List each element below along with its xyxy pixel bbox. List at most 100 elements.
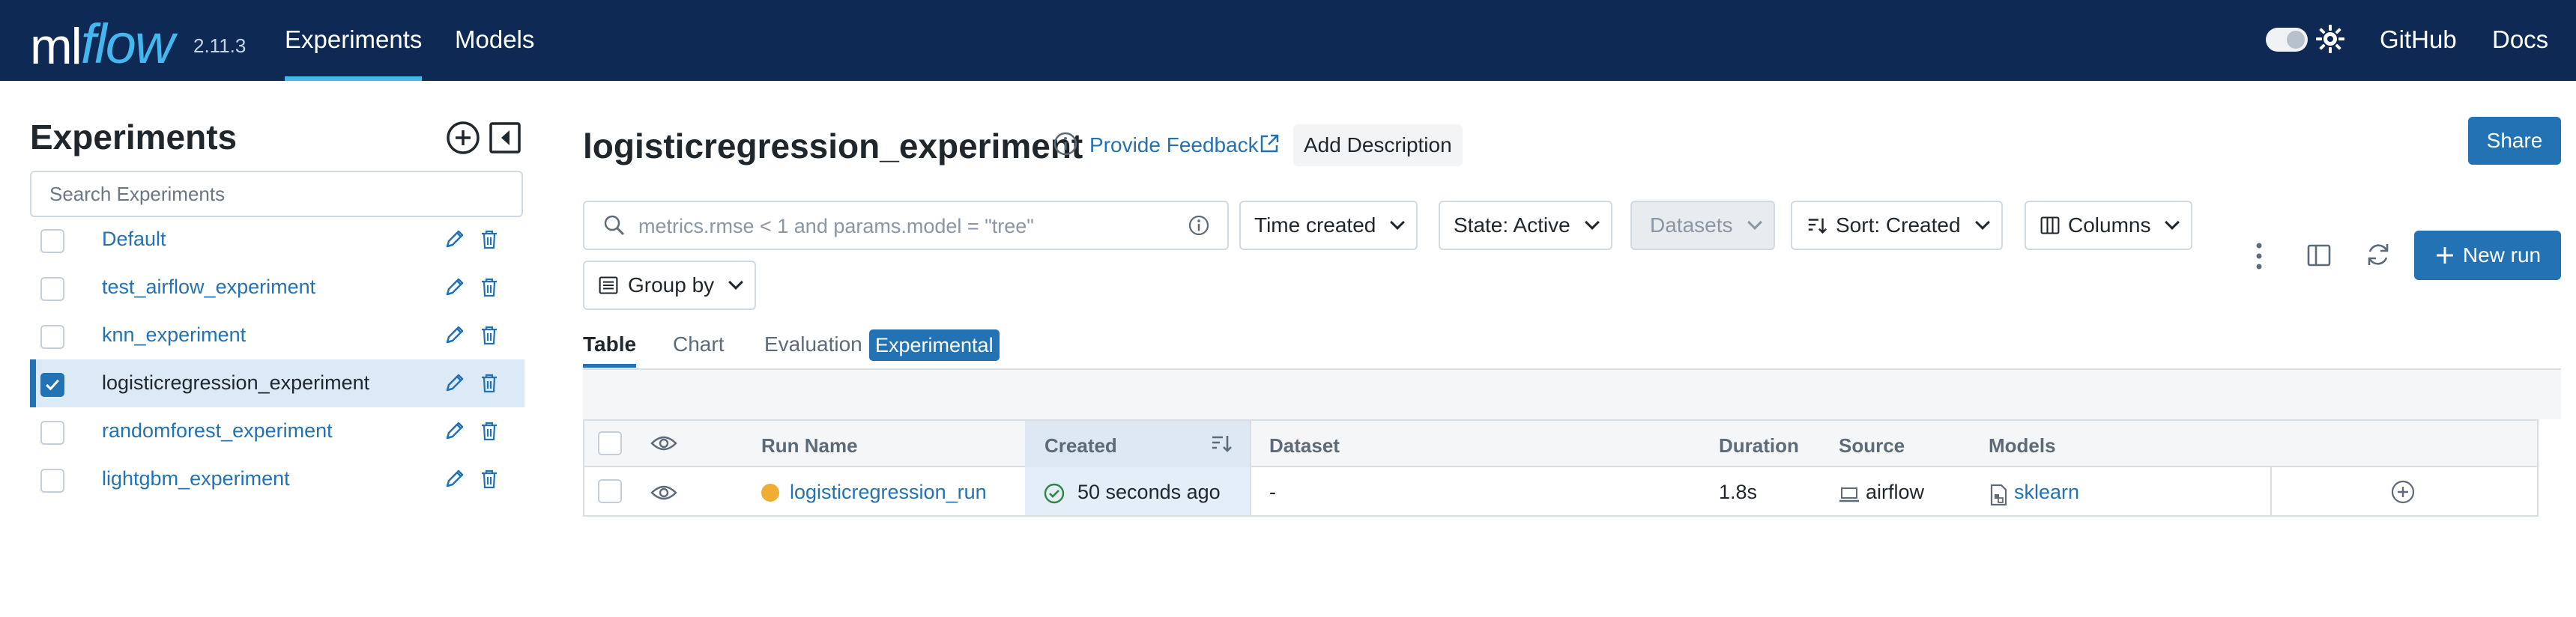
logo-ml-text: ml xyxy=(30,18,82,75)
header-created[interactable]: Created xyxy=(1044,434,1117,458)
table-header xyxy=(584,421,2537,467)
experiment-checkbox[interactable] xyxy=(40,325,64,349)
column-separator xyxy=(2270,467,2272,515)
run-duration: 1.8s xyxy=(1719,481,1758,503)
header-models[interactable]: Models xyxy=(1989,434,2056,458)
search-icon xyxy=(604,215,624,235)
columns-icon xyxy=(2040,216,2060,234)
run-status-dot xyxy=(761,484,779,502)
edit-icon[interactable] xyxy=(444,371,466,394)
experiment-name[interactable]: randomforest_experiment xyxy=(102,419,333,443)
sort-dropdown[interactable]: Sort: Created xyxy=(1791,201,2003,250)
info-icon[interactable] xyxy=(1052,130,1079,157)
eye-icon[interactable] xyxy=(650,484,677,502)
top-nav-bar: ml flow 2.11.3 Experiments Models GitHub … xyxy=(0,0,2576,81)
tab-chart[interactable]: Chart xyxy=(673,332,724,356)
search-info-icon[interactable] xyxy=(1187,213,1211,237)
create-experiment-icon[interactable] xyxy=(445,120,481,156)
state-label: State: Active xyxy=(1454,213,1570,237)
dark-mode-toggle[interactable] xyxy=(2266,28,2308,52)
row-checkbox[interactable] xyxy=(598,479,622,503)
sort-desc-icon[interactable] xyxy=(1209,431,1233,455)
edit-icon[interactable] xyxy=(444,467,466,490)
eye-icon[interactable] xyxy=(650,434,677,452)
experiment-checkbox[interactable] xyxy=(40,469,64,493)
sort-icon xyxy=(1808,218,1827,234)
delete-icon[interactable] xyxy=(480,469,499,490)
collapse-sidebar-icon[interactable] xyxy=(487,120,523,156)
experiment-checkbox-checked[interactable] xyxy=(40,373,64,397)
chevron-down-icon xyxy=(1974,215,1990,230)
run-name-link[interactable]: logisticregression_run xyxy=(790,481,987,504)
nav-tab-models[interactable]: Models xyxy=(455,25,534,54)
model-icon xyxy=(1990,484,2007,506)
search-experiments-input[interactable] xyxy=(30,171,523,217)
nav-tab-experiments[interactable]: Experiments xyxy=(285,25,423,81)
new-run-button[interactable]: New run xyxy=(2414,231,2561,280)
state-dropdown[interactable]: State: Active xyxy=(1439,201,1612,250)
laptop-icon xyxy=(1839,487,1859,502)
add-column-icon[interactable] xyxy=(2390,479,2416,505)
experiment-name[interactable]: Default xyxy=(102,228,166,251)
edit-icon[interactable] xyxy=(444,228,466,250)
datasets-dropdown[interactable]: Datasets xyxy=(1630,201,1775,250)
external-link-icon[interactable] xyxy=(1257,132,1281,156)
version-label: 2.11.3 xyxy=(193,34,247,57)
delete-icon[interactable] xyxy=(480,421,499,442)
experiment-name[interactable]: test_airflow_experiment xyxy=(102,276,315,299)
chevron-down-icon xyxy=(728,275,744,290)
group-by-label: Group by xyxy=(628,273,715,297)
runs-table: Run Name Created Dataset Duration Source… xyxy=(583,419,2539,517)
experiment-item-knn[interactable]: knn_experiment xyxy=(30,311,524,359)
edit-icon[interactable] xyxy=(444,419,466,442)
edit-icon[interactable] xyxy=(444,276,466,298)
share-button[interactable]: Share xyxy=(2468,117,2561,165)
docs-link[interactable]: Docs xyxy=(2492,25,2548,54)
refresh-icon[interactable] xyxy=(2365,241,2392,268)
run-search-input[interactable] xyxy=(637,211,1161,241)
provide-feedback-link[interactable]: Provide Feedback xyxy=(1089,133,1259,157)
edit-icon[interactable] xyxy=(444,323,466,346)
mlflow-logo[interactable]: ml flow xyxy=(30,4,175,75)
logo-flow-text: flow xyxy=(80,13,175,75)
success-check-icon xyxy=(1044,483,1065,504)
chevron-down-icon xyxy=(1390,215,1406,230)
model-link[interactable]: sklearn xyxy=(2014,481,2079,504)
sun-icon[interactable] xyxy=(2315,24,2345,54)
new-run-label: New run xyxy=(2462,243,2542,267)
delete-icon[interactable] xyxy=(480,277,499,298)
run-search-box[interactable] xyxy=(583,201,1229,250)
experiment-checkbox[interactable] xyxy=(40,277,64,301)
header-source[interactable]: Source xyxy=(1839,434,1905,458)
tab-table[interactable]: Table xyxy=(583,332,637,368)
kebab-menu-icon[interactable] xyxy=(2248,240,2270,273)
experiment-checkbox[interactable] xyxy=(40,421,64,445)
experiment-name[interactable]: knn_experiment xyxy=(102,323,246,347)
sidebar-title: Experiments xyxy=(30,118,238,156)
group-by-dropdown[interactable]: Group by xyxy=(583,261,757,310)
experiment-checkbox[interactable] xyxy=(40,229,64,253)
header-run-name[interactable]: Run Name xyxy=(761,434,858,458)
experimental-badge: Experimental xyxy=(869,329,1000,361)
experiment-name[interactable]: lightgbm_experiment xyxy=(102,467,290,490)
header-duration[interactable]: Duration xyxy=(1719,434,1799,458)
time-created-dropdown[interactable]: Time created xyxy=(1239,201,1418,250)
experiment-name[interactable]: logisticregression_experiment xyxy=(102,371,369,395)
select-all-checkbox[interactable] xyxy=(598,431,622,455)
delete-icon[interactable] xyxy=(480,229,499,250)
delete-icon[interactable] xyxy=(480,373,499,394)
experiment-item-test-airflow[interactable]: test_airflow_experiment xyxy=(30,264,524,311)
checkmark-icon xyxy=(46,379,60,391)
side-panel-icon[interactable] xyxy=(2306,243,2332,268)
github-link[interactable]: GitHub xyxy=(2380,25,2457,54)
tab-evaluation[interactable]: Evaluation xyxy=(764,332,862,356)
chevron-down-icon xyxy=(1747,215,1762,230)
delete-icon[interactable] xyxy=(480,325,499,346)
experiment-item-randomforest[interactable]: randomforest_experiment xyxy=(30,407,524,455)
experiment-item-lightgbm[interactable]: lightgbm_experiment xyxy=(30,455,524,503)
experiment-item-logisticregression[interactable]: logisticregression_experiment xyxy=(30,359,524,407)
header-dataset[interactable]: Dataset xyxy=(1269,434,1340,458)
columns-dropdown[interactable]: Columns xyxy=(2025,201,2193,250)
experiment-item-default[interactable]: Default xyxy=(30,216,524,264)
add-description-button[interactable]: Add Description xyxy=(1293,124,1463,166)
